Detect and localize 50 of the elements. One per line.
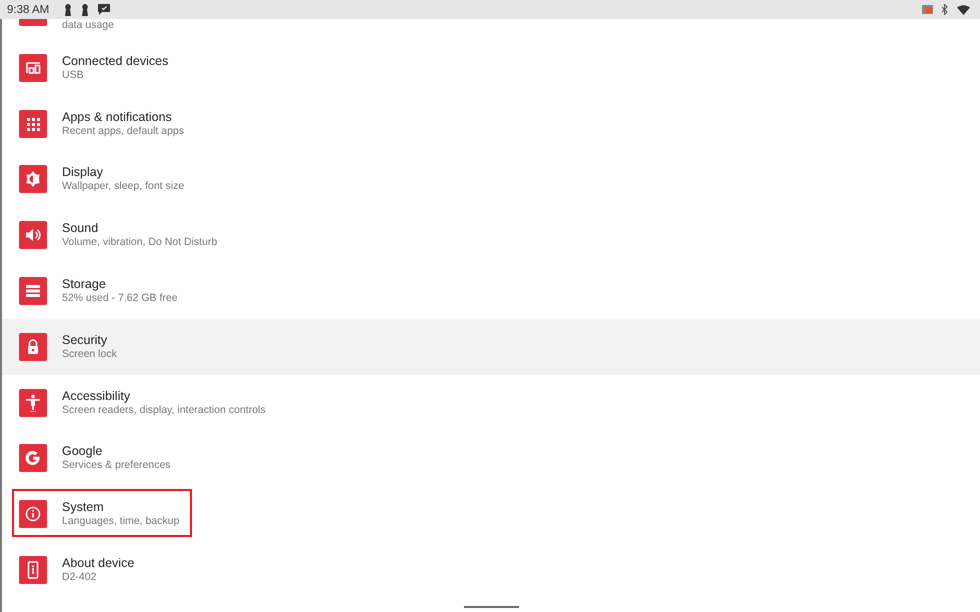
- item-title: Accessibility: [62, 388, 132, 404]
- item-title: Apps & notifications: [62, 110, 173, 125]
- phone-icon: [19, 556, 47, 584]
- storage-icon: [19, 277, 47, 306]
- item-subtitle: data usage: [62, 20, 114, 31]
- lock-icon: [19, 332, 47, 361]
- cast-icon: [922, 5, 933, 14]
- item-subtitle: Languages, time, backup: [62, 515, 180, 528]
- settings-item[interactable]: data usage: [2, 19, 980, 40]
- item-subtitle: 52% used - 7.62 GB free: [62, 292, 178, 306]
- item-title: Display: [62, 165, 104, 180]
- bluetooth-icon: [942, 4, 948, 15]
- item-subtitle: Recent apps, default apps: [62, 124, 184, 138]
- wifi-icon: [957, 4, 970, 14]
- clock-time: 9:38 AM: [7, 4, 50, 16]
- settings-item[interactable]: About device D2-402: [2, 542, 980, 598]
- item-title: System: [62, 500, 105, 516]
- item-title: Storage: [62, 277, 107, 292]
- grid-icon: [19, 110, 47, 138]
- settings-item[interactable]: Display Wallpaper, sleep, font size: [2, 152, 980, 208]
- info-icon: [19, 500, 47, 528]
- settings-item[interactable]: Apps & notifications Recent apps, default apps: [2, 96, 980, 152]
- item-subtitle: Screen readers, display, interaction controls: [62, 404, 266, 417]
- keyhole-icon: [64, 4, 72, 16]
- item-title: Sound: [62, 221, 100, 236]
- settings-item[interactable]: Accessibility Screen readers, display, interaction controls: [2, 374, 980, 431]
- item-title: Security: [62, 332, 108, 348]
- settings-item[interactable]: Connected devices USB: [2, 40, 980, 96]
- settings-item[interactable]: Security Screen lock: [2, 318, 980, 375]
- item-subtitle: Volume, vibration, Do Not Disturb: [62, 236, 218, 250]
- settings-item[interactable]: Google Services & preferences: [2, 430, 980, 486]
- settings-item[interactable]: Sound Volume, vibration, Do Not Disturb: [2, 207, 980, 264]
- item-title: About device: [62, 556, 134, 572]
- item-subtitle: D2-402: [62, 571, 98, 584]
- devices-icon: [19, 54, 47, 82]
- settings-item[interactable]: System Languages, time, backup: [2, 486, 980, 542]
- item-subtitle: Services & preferences: [62, 459, 171, 472]
- person-icon: [19, 388, 47, 417]
- item-subtitle: USB: [62, 68, 85, 82]
- item-title: Google: [62, 444, 104, 460]
- item-subtitle: Screen lock: [62, 348, 117, 361]
- home-handle[interactable]: [464, 606, 518, 608]
- speaker-icon: [19, 221, 47, 250]
- item-subtitle: Wallpaper, sleep, font size: [62, 180, 184, 194]
- g-letter-icon: [19, 444, 47, 472]
- message-icon: [98, 4, 110, 15]
- keyhole-icon: [81, 4, 90, 16]
- brightness-icon: [19, 165, 47, 194]
- item-title: Connected devices: [62, 54, 168, 69]
- settings-item[interactable]: Storage 52% used - 7.62 GB free: [2, 263, 980, 319]
